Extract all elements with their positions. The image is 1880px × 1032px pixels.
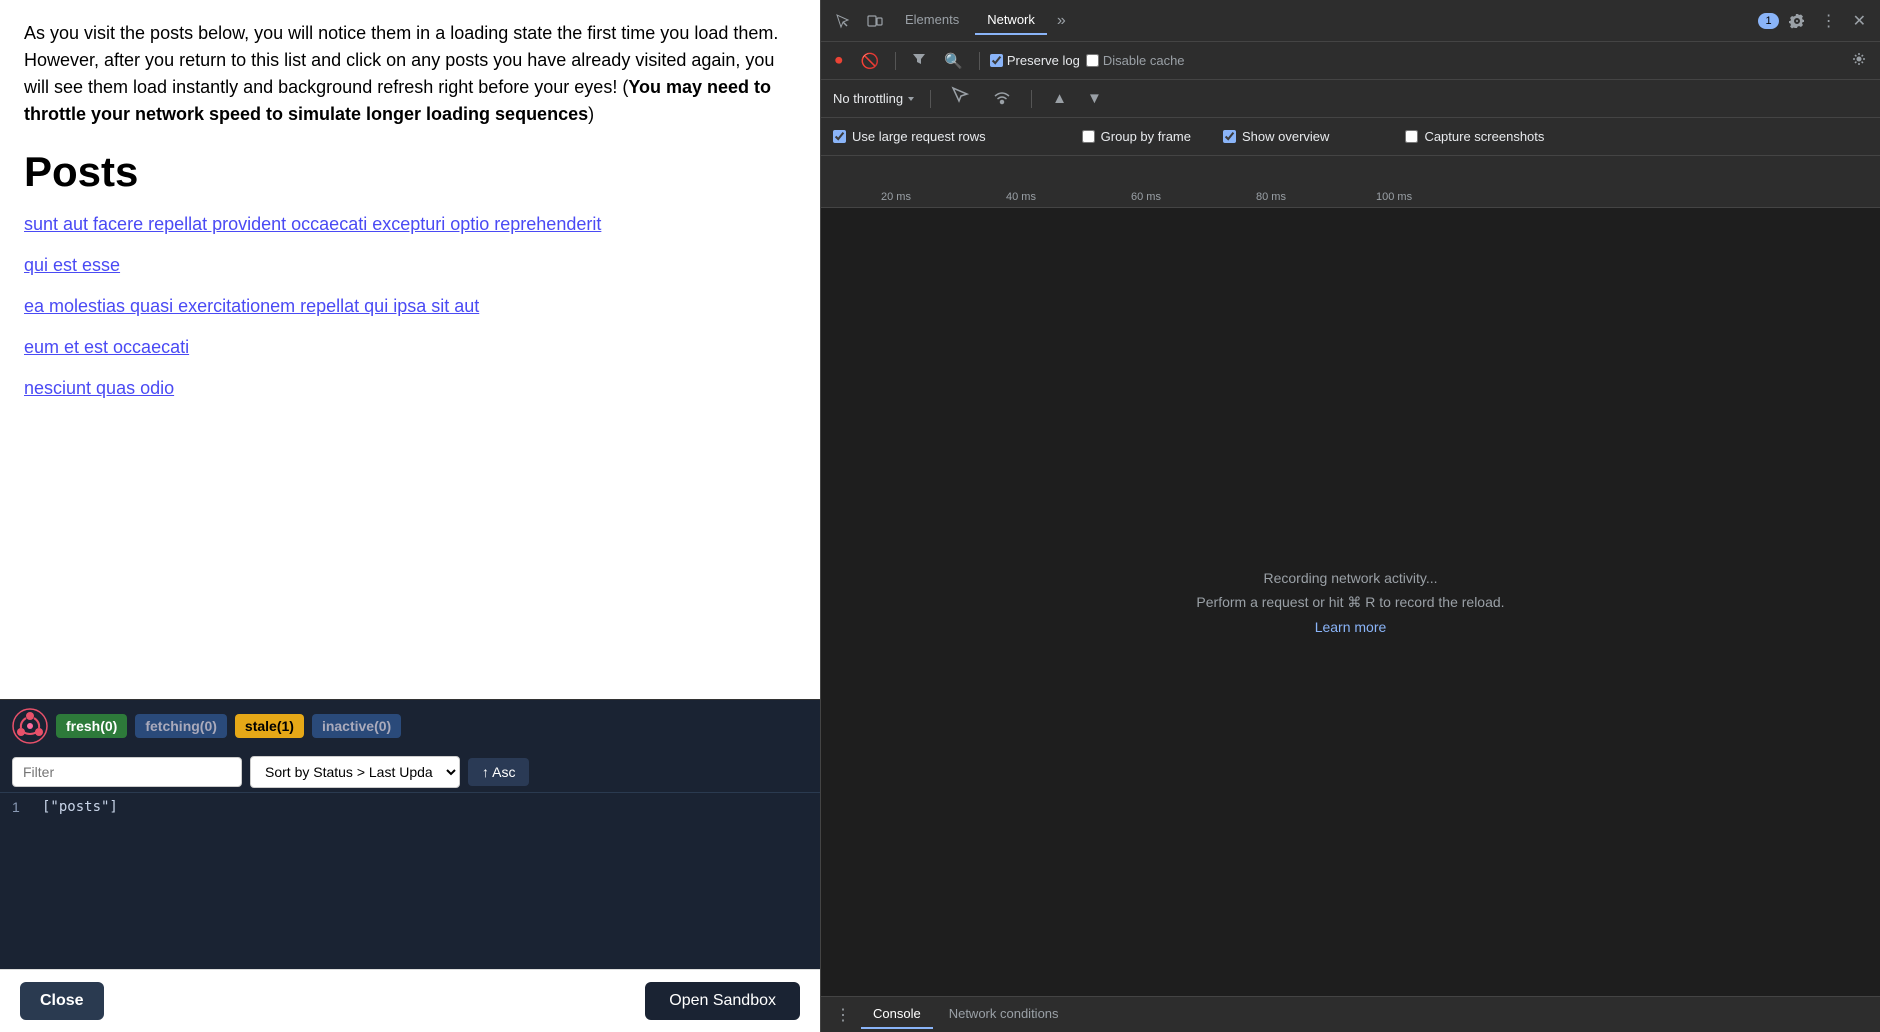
notification-badge[interactable]: 1 [1758, 13, 1778, 29]
query-content: ["posts"] [42, 799, 118, 815]
show-overview-checkbox[interactable] [1223, 130, 1236, 143]
clear-button[interactable]: 🚫 [855, 48, 886, 74]
filter-icon[interactable] [906, 48, 932, 74]
timeline-bar: 20 ms 40 ms 60 ms 80 ms 100 ms [821, 156, 1880, 208]
preserve-log-checkbox[interactable] [990, 54, 1003, 67]
group-by-frame-label[interactable]: Group by frame [1082, 129, 1191, 144]
show-overview-label[interactable]: Show overview [1223, 129, 1329, 144]
learn-more-link[interactable]: Learn more [1315, 619, 1387, 635]
filter-input[interactable] [12, 757, 242, 787]
inspect-icon[interactable] [829, 9, 857, 33]
post-link-2[interactable]: qui est esse [24, 255, 796, 276]
open-sandbox-button[interactable]: Open Sandbox [645, 982, 800, 1020]
badge-inactive[interactable]: inactive(0) [312, 714, 401, 738]
more-tabs-icon[interactable]: » [1051, 8, 1072, 34]
capture-screenshots-checkbox[interactable] [1405, 130, 1418, 143]
post-link-5[interactable]: nesciunt quas odio [24, 378, 796, 399]
separator-2 [979, 52, 980, 70]
device-icon[interactable] [861, 9, 889, 33]
disable-cache-label[interactable]: Disable cache [1086, 53, 1185, 68]
bold-warning: You may need to throttle your network sp… [24, 77, 771, 124]
more-options-icon[interactable]: ⋮ [1815, 7, 1843, 35]
post-link-3[interactable]: ea molestias quasi exercitationem repell… [24, 296, 796, 317]
preserve-log-label[interactable]: Preserve log [990, 53, 1080, 68]
asc-button[interactable]: ↑ Asc [468, 758, 529, 786]
separator-3 [930, 90, 931, 108]
query-row: 1 ["posts"] [0, 792, 820, 821]
group-by-frame-checkbox[interactable] [1082, 130, 1095, 143]
devtools-panel: Elements Network » 1 ⋮ ✕ ⏺ 🚫 🔍 Preserve … [820, 0, 1880, 1032]
close-button[interactable]: Close [20, 982, 104, 1020]
sort-select[interactable]: Sort by Status > Last Upda [250, 756, 460, 788]
wifi-icon[interactable] [987, 84, 1017, 114]
devtools-toolbar: ⏺ 🚫 🔍 Preserve log Disable cache [821, 42, 1880, 80]
timeline-20ms: 20 ms [881, 191, 911, 203]
query-number: 1 [12, 799, 32, 815]
record-button[interactable]: ⏺ [829, 48, 849, 73]
devtools-toolbar3: Use large request rows Group by frame Sh… [821, 118, 1880, 156]
download-icon[interactable]: ▼ [1081, 86, 1108, 111]
badge-fetching[interactable]: fetching(0) [135, 714, 227, 738]
badge-fresh[interactable]: fresh(0) [56, 714, 127, 738]
devtools-topbar: Elements Network » 1 ⋮ ✕ [821, 0, 1880, 42]
perform-request-text: Perform a request or hit ⌘ R to record t… [1196, 594, 1504, 611]
left-panel: As you visit the posts below, you will n… [0, 0, 820, 1032]
post-link-4[interactable]: eum et est occaecati [24, 337, 796, 358]
cursor-network-icon[interactable] [945, 81, 979, 116]
tab-network[interactable]: Network [975, 6, 1047, 35]
posts-heading: Posts [24, 148, 796, 196]
no-throttling-button[interactable]: No throttling [833, 91, 916, 106]
redux-header: fresh(0) fetching(0) stale(1) inactive(0… [0, 700, 820, 752]
content-area: As you visit the posts below, you will n… [0, 0, 820, 699]
badge-stale[interactable]: stale(1) [235, 714, 304, 738]
search-icon[interactable]: 🔍 [938, 48, 969, 74]
tab-console[interactable]: Console [861, 1000, 933, 1029]
separator-1 [895, 52, 896, 70]
disable-cache-checkbox[interactable] [1086, 54, 1099, 67]
capture-screenshots-label[interactable]: Capture screenshots [1405, 129, 1544, 144]
redux-devtools-panel: fresh(0) fetching(0) stale(1) inactive(0… [0, 699, 820, 969]
network-settings-icon[interactable] [1846, 48, 1872, 74]
separator-4 [1031, 90, 1032, 108]
use-large-rows-checkbox[interactable] [833, 130, 846, 143]
tab-network-conditions[interactable]: Network conditions [937, 1000, 1071, 1029]
timeline-40ms: 40 ms [1006, 191, 1036, 203]
redux-controls: Sort by Status > Last Upda ↑ Asc [0, 752, 820, 792]
close-devtools-icon[interactable]: ✕ [1847, 7, 1872, 35]
upload-icon[interactable]: ▲ [1046, 86, 1073, 111]
use-large-rows-label[interactable]: Use large request rows [833, 129, 986, 144]
tab-elements[interactable]: Elements [893, 6, 971, 35]
post-link-1[interactable]: sunt aut facere repellat provident occae… [24, 214, 796, 235]
timeline-80ms: 80 ms [1256, 191, 1286, 203]
devtools-bottom-tabs: ⋮ Console Network conditions [821, 996, 1880, 1032]
bottom-more-icon[interactable]: ⋮ [829, 1003, 857, 1027]
network-content: Recording network activity... Perform a … [821, 208, 1880, 996]
recording-text: Recording network activity... [1263, 570, 1437, 586]
timeline-60ms: 60 ms [1131, 191, 1161, 203]
devtools-toolbar2: No throttling ▲ ▼ [821, 80, 1880, 118]
settings-icon[interactable] [1783, 9, 1811, 33]
intro-paragraph: As you visit the posts below, you will n… [24, 20, 796, 128]
timeline-100ms: 100 ms [1376, 191, 1412, 203]
action-bar: Close Open Sandbox [0, 969, 820, 1032]
redux-logo [12, 708, 48, 744]
